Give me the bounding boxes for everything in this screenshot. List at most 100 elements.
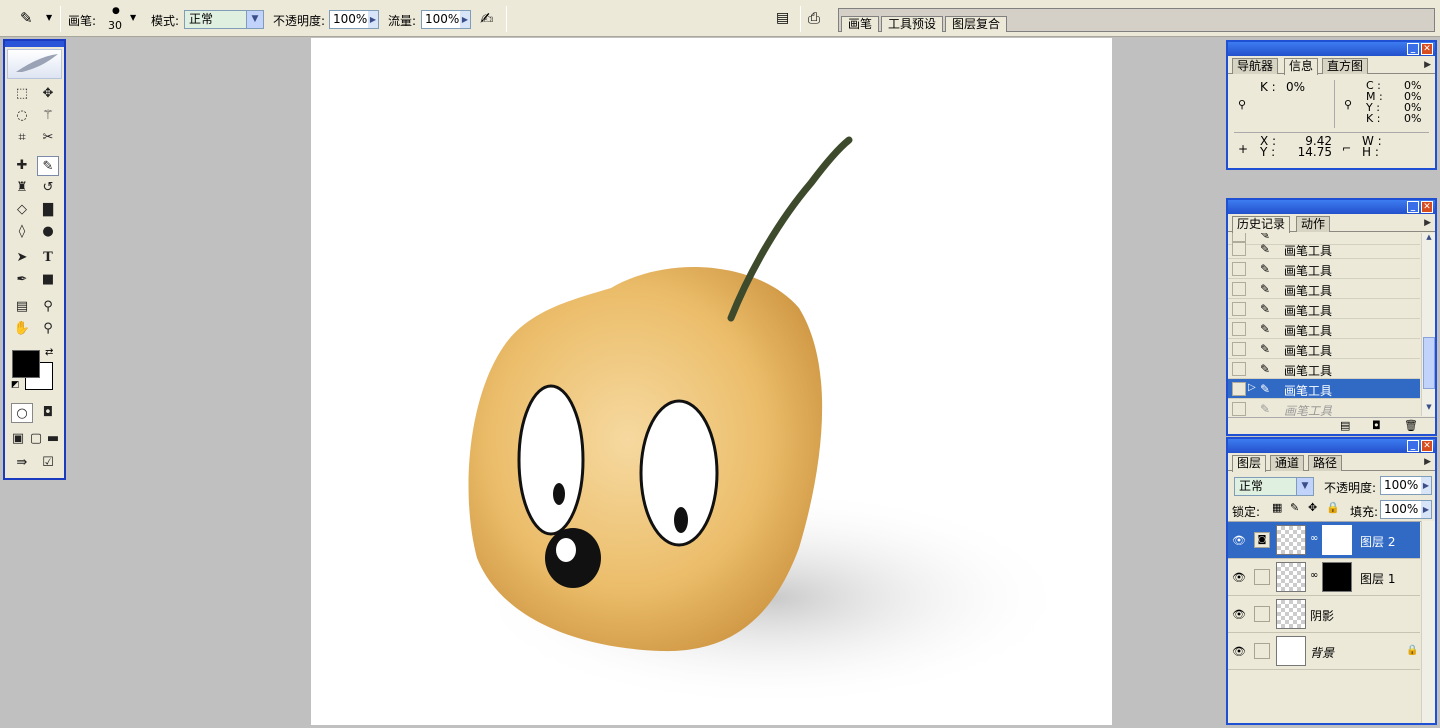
delete-state-icon[interactable]: 🗑 [1404,419,1418,432]
well-tab-brushes[interactable]: 画笔 [841,16,880,32]
eye-icon[interactable]: 👁 [1232,571,1246,584]
lock-image-icon[interactable]: ✎ [1290,501,1299,514]
layer-row-background[interactable]: 👁 背景 🔒 [1228,633,1420,670]
snapshot-checkbox[interactable] [1232,342,1246,356]
layer-link-box[interactable] [1254,569,1270,585]
panel-menu-icon[interactable]: ▶ [1424,218,1431,228]
gradient-tool-icon[interactable]: ▇ [37,200,59,220]
document-canvas[interactable] [311,38,1112,725]
snapshot-checkbox[interactable] [1232,402,1246,416]
snapshot-checkbox[interactable] [1232,282,1246,296]
move-tool-icon[interactable]: ✥ [37,84,59,104]
tab-histogram[interactable]: 直方图 [1322,58,1369,74]
eye-icon[interactable]: 👁 [1232,608,1246,621]
screen-mode-full-icon[interactable]: ▬ [44,429,62,449]
chevron-down-icon[interactable]: ▼ [246,11,263,28]
well-tab-tool-presets[interactable]: 工具预设 [881,16,944,32]
minimize-icon[interactable]: _ [1407,201,1419,213]
tab-layers[interactable]: 图层 [1232,455,1267,472]
chevron-down-icon[interactable]: ▼ [1296,478,1313,495]
blend-mode-select[interactable]: 正常 ▼ [1234,477,1314,496]
scroll-down-icon[interactable]: ▼ [1423,403,1435,415]
history-item[interactable]: ✎ 画笔工具 [1228,239,1420,259]
layer-name[interactable]: 阴影 [1310,607,1334,624]
layer-thumbnail[interactable] [1276,599,1306,629]
brush-tool-icon[interactable]: ✎ [37,156,59,176]
tab-info[interactable]: 信息 [1284,58,1319,75]
opacity-field[interactable]: 100% ▶ [329,10,379,29]
arrow-right-icon[interactable]: ▶ [460,11,470,28]
brush-tool-icon[interactable]: ✎ [20,9,33,27]
history-item-undone[interactable]: ✎ 画笔工具 [1228,399,1420,416]
fill-field[interactable]: 100% ▶ [1380,500,1432,519]
lock-position-icon[interactable]: ✥ [1308,501,1317,514]
history-state-marker-icon[interactable]: ▷ [1248,382,1256,393]
layer-opacity-field[interactable]: 100% ▶ [1380,476,1432,495]
layer-name[interactable]: 背景 [1310,644,1334,661]
layer-row-layer1[interactable]: 👁 ∞ 图层 1 [1228,559,1420,596]
snapshot-checkbox[interactable] [1232,362,1246,376]
layer-row-shadow[interactable]: 👁 阴影 [1228,596,1420,633]
close-icon[interactable]: ✕ [1421,201,1433,213]
layer-mask-link-box[interactable]: ◙ [1254,532,1270,548]
info-panel-titlebar[interactable]: _ ✕ [1228,42,1435,56]
close-icon[interactable]: ✕ [1421,440,1433,452]
clone-stamp-tool-icon[interactable]: ♜ [11,178,33,198]
brush-dot-icon[interactable]: ● [112,6,120,16]
swap-colors-icon[interactable]: ⇄ [45,347,53,358]
feather-logo-icon[interactable] [7,49,62,79]
tab-channels[interactable]: 通道 [1270,455,1305,471]
layer-link-box[interactable] [1254,606,1270,622]
default-colors-icon[interactable]: ◩ [11,380,20,390]
snapshot-checkbox[interactable] [1232,242,1246,256]
tab-navigator[interactable]: 导航器 [1232,58,1279,74]
type-tool-icon[interactable]: T [37,248,59,268]
standard-mode-icon[interactable]: ○ [11,403,33,423]
tool-preset-arrow-icon[interactable]: ▼ [46,13,52,22]
close-icon[interactable]: ✕ [1421,43,1433,55]
lasso-tool-icon[interactable]: ◌ [11,106,33,126]
new-snapshot-icon[interactable]: ◘ [1372,419,1381,432]
tab-actions[interactable]: 动作 [1296,216,1331,232]
history-item[interactable]: ✎ 画笔工具 [1228,299,1420,319]
history-item-selected[interactable]: ▷ ✎ 画笔工具 [1228,379,1420,399]
panel-menu-icon[interactable]: ▶ [1424,457,1431,467]
history-panel-titlebar[interactable]: _ ✕ [1228,200,1435,214]
history-item[interactable]: ✎ 画笔工具 [1228,339,1420,359]
blur-tool-icon[interactable]: ◊ [11,222,33,242]
layer-row-layer2[interactable]: 👁 ◙ ∞ 图层 2 [1228,522,1420,559]
shape-tool-icon[interactable]: ■ [37,270,59,290]
eraser-tool-icon[interactable]: ◇ [11,200,33,220]
lock-all-icon[interactable]: 🔒 [1326,501,1340,514]
snapshot-checkbox[interactable] [1232,302,1246,316]
tab-history[interactable]: 历史记录 [1232,216,1291,233]
brush-picker-arrow-icon[interactable]: ▼ [130,13,136,22]
arrow-right-icon[interactable]: ▶ [368,11,378,28]
arrow-right-icon[interactable]: ▶ [1421,501,1431,518]
magic-wand-tool-icon[interactable]: ⚚ [37,106,59,126]
crop-tool-icon[interactable]: ⌗ [11,128,33,148]
hand-tool-icon[interactable]: ✋ [11,319,33,339]
airbrush-icon[interactable]: ✍ [480,9,493,28]
history-item[interactable]: ✎ 画笔工具 [1228,259,1420,279]
flow-field[interactable]: 100% ▶ [421,10,471,29]
history-item[interactable]: ✎ 画笔工具 [1228,319,1420,339]
chain-icon[interactable]: ∞ [1310,533,1318,544]
tab-paths[interactable]: 路径 [1308,455,1343,471]
toolbox-titlebar[interactable] [5,41,64,47]
path-selection-tool-icon[interactable]: ➤ [11,248,33,268]
eyedropper-tool-icon[interactable]: ⚲ [37,297,59,317]
new-document-from-state-icon[interactable]: ▤ [1340,419,1350,432]
scroll-thumb[interactable] [1423,337,1435,389]
history-item[interactable]: ✎ 画笔工具 [1228,279,1420,299]
eye-icon[interactable]: 👁 [1232,534,1246,547]
marquee-tool-icon[interactable]: ⬚ [11,84,33,104]
snapshot-checkbox[interactable] [1232,262,1246,276]
layers-scrollbar[interactable] [1421,521,1435,723]
imageready-icon[interactable]: ☑ [37,453,59,473]
screen-mode-standard-icon[interactable]: ▣ [9,429,27,449]
minimize-icon[interactable]: _ [1407,43,1419,55]
snapshot-checkbox[interactable] [1232,382,1246,396]
snapshot-checkbox[interactable] [1232,322,1246,336]
notes-tool-icon[interactable]: ▤ [11,297,33,317]
